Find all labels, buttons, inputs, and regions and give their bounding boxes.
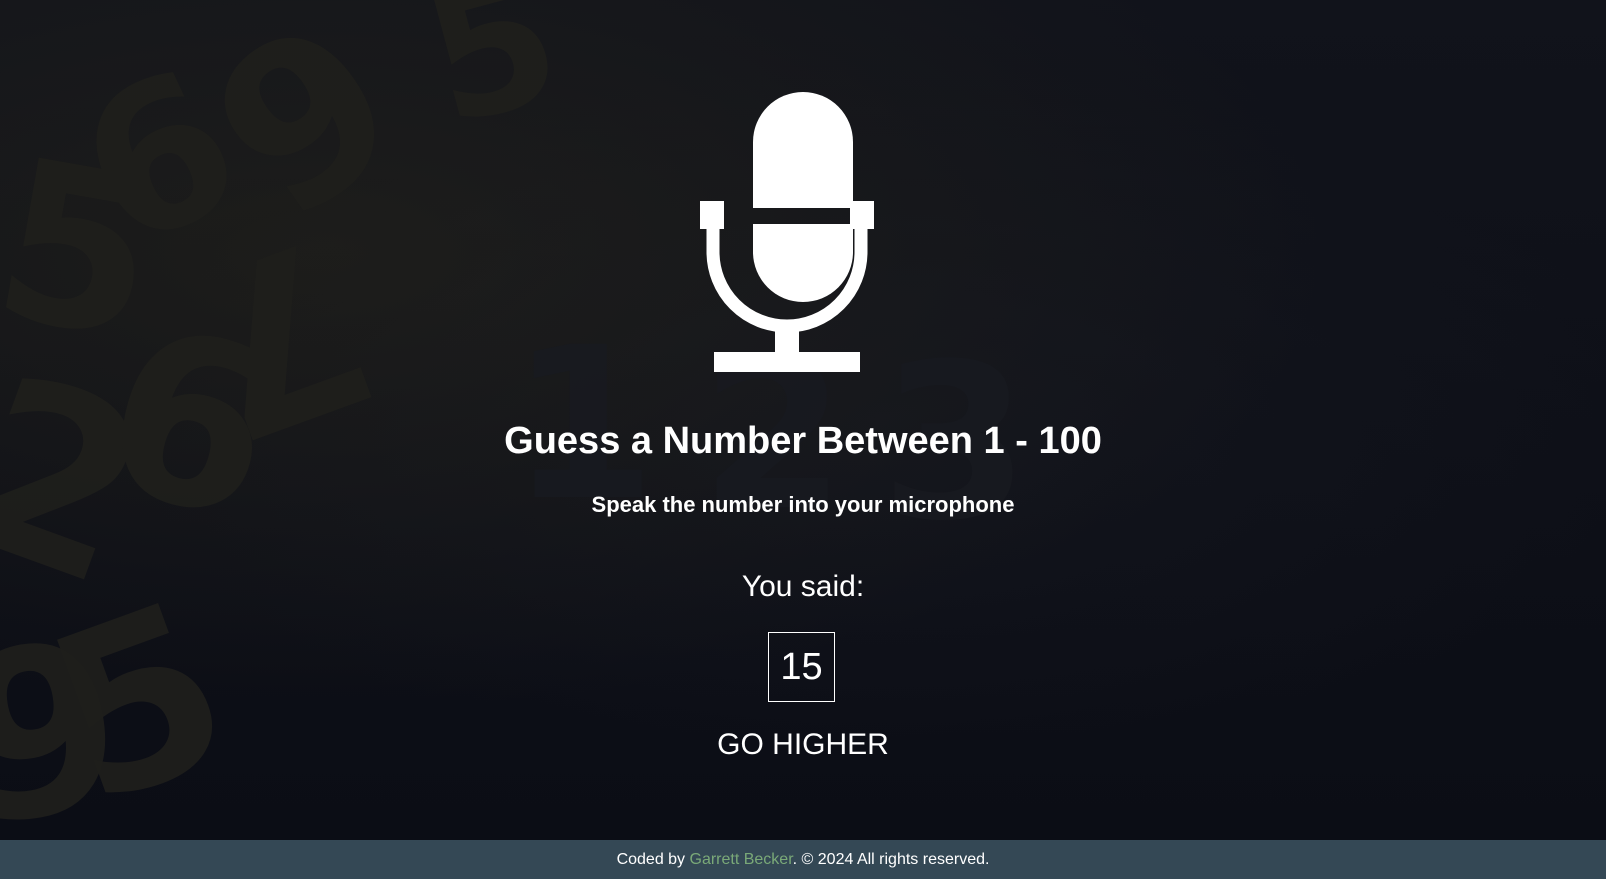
main-content: Guess a Number Between 1 - 100 Speak the… [0,0,1606,840]
instruction-text: Speak the number into your microphone [591,492,1015,517]
page-title: Guess a Number Between 1 - 100 [504,420,1102,462]
footer-prefix: Coded by [616,851,690,868]
footer-copyright: . © 2024 All rights reserved. [792,851,990,868]
you-said-label: You said: [741,570,865,603]
microphone-icon[interactable] [700,84,908,384]
author-link[interactable]: Garrett Becker [690,851,793,868]
hint-message: GO HIGHER [717,728,889,761]
spoken-number-display: 15 [768,632,835,702]
footer: Coded by Garrett Becker. © 2024 All righ… [0,840,1606,879]
